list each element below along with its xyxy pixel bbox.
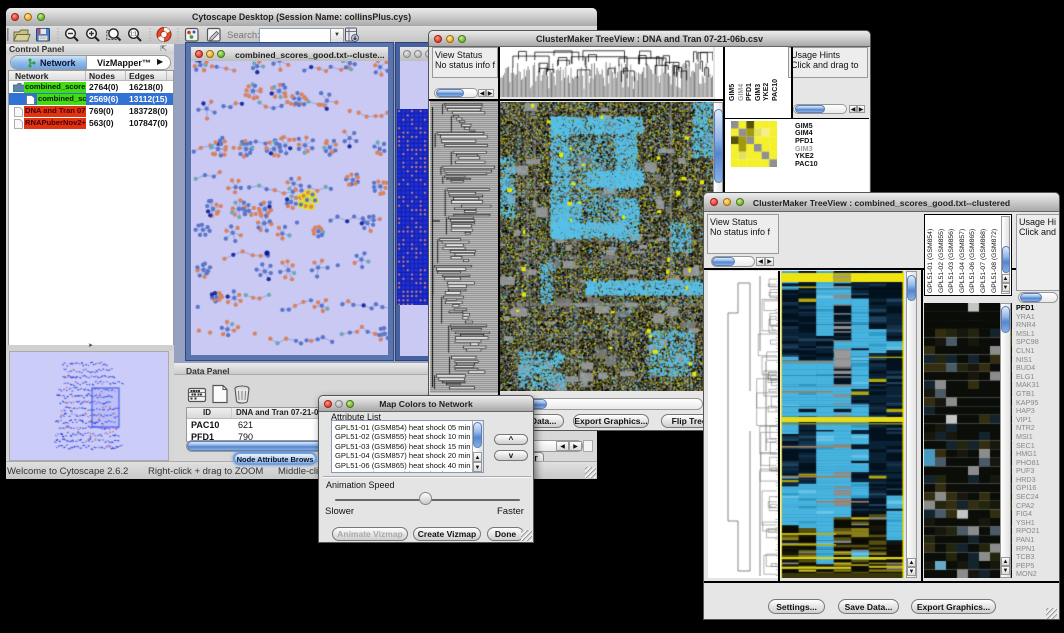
svg-text:1:1: 1:1: [130, 32, 137, 38]
